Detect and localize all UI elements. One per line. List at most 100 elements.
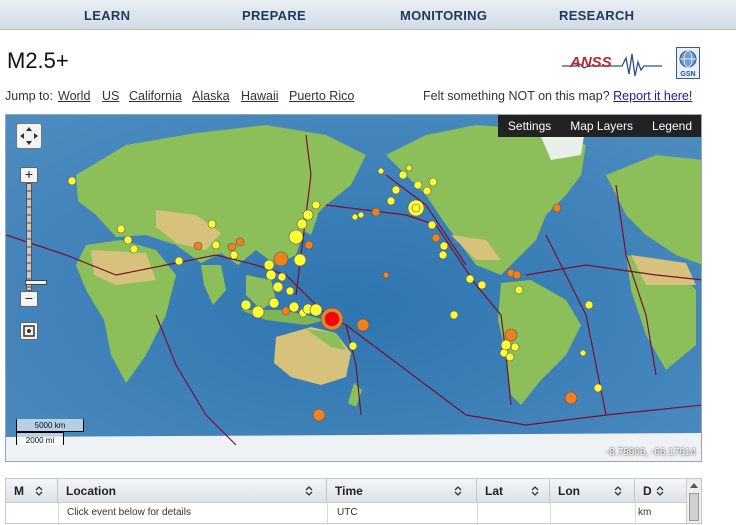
table-header-row: M Location Time Lat Lon D <box>6 479 701 503</box>
quake-marker <box>229 250 239 260</box>
locate-icon <box>23 325 35 337</box>
quake-marker <box>288 229 304 245</box>
quake-marker <box>593 383 603 393</box>
quake-marker <box>411 203 421 213</box>
col-lon[interactable]: Lon <box>550 479 635 503</box>
depth-unit: km <box>638 507 652 518</box>
quake-marker <box>263 259 275 271</box>
gsn-logo-text: GSN <box>680 71 696 78</box>
quake-marker <box>382 271 390 279</box>
quake-marker <box>512 270 522 280</box>
col-location[interactable]: Location <box>58 479 327 503</box>
zoom-out-icon: − <box>24 290 34 306</box>
gsn-logo[interactable]: GSN <box>676 47 700 79</box>
quake-marker <box>405 164 413 172</box>
anss-logo[interactable]: ANSS <box>562 48 662 78</box>
zoom-in-button[interactable]: + <box>20 167 38 183</box>
pan-button[interactable] <box>16 123 42 149</box>
quake-marker <box>431 233 441 243</box>
divider <box>635 503 636 525</box>
quake-marker <box>514 285 524 295</box>
quake-marker <box>207 219 217 229</box>
quake-marker <box>391 185 401 195</box>
scale-mi: 2000 mi <box>16 432 64 445</box>
zoom-track[interactable] <box>25 183 47 291</box>
quake-marker <box>413 180 423 190</box>
map-layers-button[interactable]: Map Layers <box>560 115 642 137</box>
quake-marker <box>265 269 277 281</box>
quake-marker <box>293 253 307 267</box>
zoom-out-button[interactable]: − <box>20 291 38 307</box>
jump-link-alaska[interactable]: Alaska <box>192 89 230 103</box>
quake-marker <box>398 170 408 180</box>
quake-marker <box>357 211 365 219</box>
legend-button[interactable]: Legend <box>642 115 701 137</box>
nav-learn[interactable]: LEARN <box>84 8 130 23</box>
settings-button[interactable]: Settings <box>498 115 560 137</box>
quake-marker <box>311 200 321 210</box>
quake-marker <box>123 235 133 245</box>
quake-marker <box>504 328 518 342</box>
divider <box>550 503 551 525</box>
zoom-slider[interactable]: + − <box>20 167 47 307</box>
quake-marker-latest <box>324 311 340 327</box>
col-lat[interactable]: Lat <box>477 479 550 503</box>
quake-marker <box>309 303 323 317</box>
col-time[interactable]: Time <box>327 479 477 503</box>
sort-icon <box>305 486 313 496</box>
jump-link-hawaii[interactable]: Hawaii <box>241 89 279 103</box>
nav-research[interactable]: RESEARCH <box>559 8 634 23</box>
quake-marker <box>564 391 578 405</box>
quake-marker <box>579 349 587 357</box>
anss-logo-text: ANSS <box>570 54 612 71</box>
nav-monitoring[interactable]: MONITORING <box>400 8 487 23</box>
table-scrollbar[interactable] <box>686 479 701 523</box>
map-toolbar: Settings Map Layers Legend <box>497 115 701 137</box>
time-unit: UTC <box>337 507 358 518</box>
divider <box>327 503 328 525</box>
scroll-thumb[interactable] <box>689 493 699 521</box>
quake-marker <box>377 167 385 175</box>
quake-marker <box>251 305 265 319</box>
scale-km: 5000 km <box>16 419 84 432</box>
jump-link-california[interactable]: California <box>129 89 182 103</box>
quake-marker <box>116 224 126 234</box>
location-hint: Click event below for details <box>67 507 191 518</box>
quake-marker <box>552 203 562 213</box>
quake-marker <box>211 240 221 250</box>
col-location-label: Location <box>66 484 116 498</box>
felt-notice: Felt something NOT on this map? Report i… <box>423 89 692 103</box>
zoom-handle[interactable] <box>25 280 47 285</box>
col-lon-label: Lon <box>558 484 580 498</box>
quake-marker <box>428 177 438 187</box>
nav-prepare[interactable]: PREPARE <box>242 8 306 23</box>
col-lat-label: Lat <box>485 484 503 498</box>
sort-icon <box>656 486 664 496</box>
report-link[interactable]: Report it here! <box>613 89 692 103</box>
quake-marker <box>386 196 396 206</box>
earthquake-map[interactable]: Settings Map Layers Legend + − 5000 km 2… <box>5 114 702 462</box>
jump-link-world[interactable]: World <box>58 89 90 103</box>
sort-icon <box>614 486 622 496</box>
quake-marker <box>302 209 314 221</box>
world-map-canvas[interactable] <box>6 115 702 462</box>
quake-marker <box>240 299 252 311</box>
quake-marker <box>438 250 448 260</box>
quake-marker <box>500 339 512 351</box>
col-magnitude[interactable]: M <box>6 479 58 503</box>
quake-marker <box>285 286 295 296</box>
quake-marker <box>465 274 475 284</box>
cursor-coordinates: -8.78906, -66.17614 <box>605 447 696 458</box>
col-depth[interactable]: D <box>635 479 687 503</box>
top-navigation: LEARN PREPARE MONITORING RESEARCH <box>0 0 736 30</box>
quake-marker <box>348 341 358 351</box>
jump-link-us[interactable]: US <box>102 89 119 103</box>
quake-marker <box>356 318 370 332</box>
jump-link-puerto-rico[interactable]: Puerto Rico <box>289 89 354 103</box>
locate-button[interactable] <box>20 322 38 340</box>
quake-marker <box>268 297 280 309</box>
scroll-up-icon[interactable] <box>690 483 698 488</box>
quake-marker <box>288 301 300 313</box>
table-subheader-row: Click event below for details UTC km <box>6 503 701 523</box>
globe-icon <box>679 50 697 68</box>
